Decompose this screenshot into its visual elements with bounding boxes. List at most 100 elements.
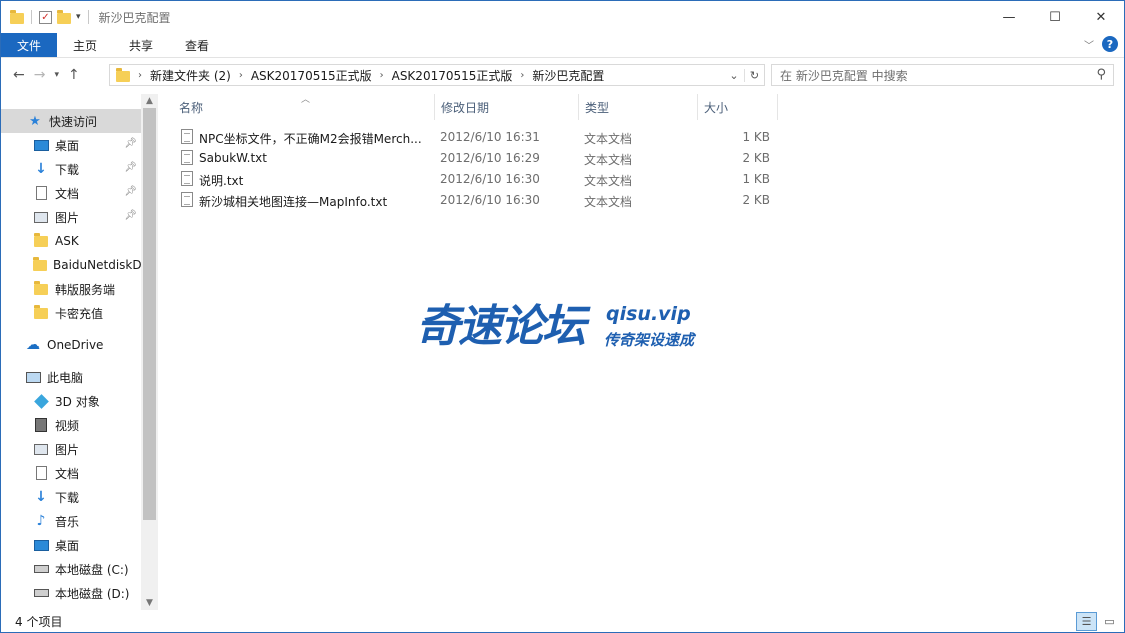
sidebar-item-videos[interactable]: 视频: [1, 413, 141, 437]
address-dropdown-icon[interactable]: ⌄: [724, 69, 744, 82]
file-size: 1 KB: [742, 172, 770, 186]
navigation-bar: ← → ▾ ↑ › 新建文件夹 (2) › ASK20170515正式版 › A…: [1, 59, 1124, 91]
ribbon-tabs: 文件 主页 共享 查看 ﹀ ?: [1, 33, 1124, 58]
document-icon: [33, 185, 49, 201]
file-date: 2012/6/10 16:30: [440, 193, 540, 207]
file-row[interactable]: NPC坐标文件，不正确M2会报错Merch... 2012/6/10 16:31…: [175, 127, 777, 148]
3d-objects-icon: [33, 393, 49, 409]
sidebar-item-documents-pc[interactable]: 文档: [1, 461, 141, 485]
file-size: 1 KB: [742, 130, 770, 144]
navigation-pane: ★ 快速访问 桌面 📌︎ ↓ 下载 📌︎ 文档 📌︎ 图片 📌︎ ASK Bai…: [1, 94, 141, 610]
sidebar-item-documents[interactable]: 文档 📌︎: [1, 181, 141, 205]
file-size: 2 KB: [742, 151, 770, 165]
file-date: 2012/6/10 16:29: [440, 151, 540, 165]
file-row[interactable]: SabukW.txt 2012/6/10 16:29 文本文档 2 KB: [175, 148, 777, 169]
breadcrumb-item[interactable]: ASK20170515正式版: [251, 67, 372, 84]
tab-home[interactable]: 主页: [57, 33, 113, 57]
recent-locations-icon[interactable]: ▾: [54, 70, 59, 80]
sidebar-item-this-pc[interactable]: 此电脑: [1, 365, 141, 389]
search-placeholder: 在 新沙巴克配置 中搜索: [780, 68, 908, 83]
address-bar[interactable]: › 新建文件夹 (2) › ASK20170515正式版 › ASK201705…: [109, 64, 765, 86]
window-title: 新沙巴克配置: [98, 10, 171, 25]
scrollbar-thumb[interactable]: [143, 108, 156, 520]
sidebar-item-label: OneDrive: [47, 338, 104, 352]
sidebar-item-music[interactable]: ♪ 音乐: [1, 509, 141, 533]
scroll-down-icon[interactable]: ▼: [141, 598, 158, 608]
title-bar: ✓ ▾ 新沙巴克配置 — ☐ ✕: [1, 1, 1124, 33]
sidebar-item-onedrive[interactable]: ☁ OneDrive: [1, 333, 141, 357]
chevron-right-icon[interactable]: ›: [138, 70, 142, 81]
chevron-right-icon[interactable]: ›: [239, 70, 243, 81]
pin-icon[interactable]: 📌︎: [124, 210, 137, 221]
back-arrow-icon[interactable]: ←: [13, 67, 25, 83]
pin-icon[interactable]: 📌︎: [124, 162, 137, 173]
drive-icon: [33, 561, 49, 577]
pictures-icon: [33, 441, 49, 457]
refresh-icon[interactable]: ↻: [744, 68, 764, 82]
column-header-type[interactable]: 类型: [579, 94, 698, 120]
file-row[interactable]: 说明.txt 2012/6/10 16:30 文本文档 1 KB: [175, 169, 777, 190]
sidebar-item-desktop-pc[interactable]: 桌面: [1, 533, 141, 557]
sidebar-item-label: 视频: [55, 418, 80, 433]
chevron-right-icon[interactable]: ›: [520, 70, 524, 81]
maximize-button[interactable]: ☐: [1032, 1, 1078, 33]
tab-view[interactable]: 查看: [169, 33, 225, 57]
sidebar-item-downloads-pc[interactable]: ↓ 下载: [1, 485, 141, 509]
music-icon: ♪: [36, 513, 46, 529]
help-icon[interactable]: ?: [1102, 36, 1118, 52]
pin-icon[interactable]: 📌︎: [124, 138, 137, 149]
details-view-icon[interactable]: ☰: [1076, 612, 1097, 631]
sidebar-item-label: 桌面: [55, 538, 80, 553]
pin-icon[interactable]: 📌︎: [124, 186, 137, 197]
tab-share[interactable]: 共享: [113, 33, 169, 57]
sidebar-scrollbar[interactable]: ▲ ▼: [141, 94, 158, 610]
minimize-button[interactable]: —: [986, 1, 1032, 33]
sidebar-item-label: 桌面: [55, 138, 80, 153]
sidebar-item-drive-d[interactable]: 本地磁盘 (D:): [1, 581, 141, 605]
up-arrow-icon[interactable]: ↑: [68, 67, 80, 83]
sidebar-item-downloads[interactable]: ↓ 下载 📌︎: [1, 157, 141, 181]
breadcrumb-item[interactable]: 新建文件夹 (2): [150, 67, 231, 84]
sidebar-item-drive-c[interactable]: 本地磁盘 (C:): [1, 557, 141, 581]
folder-icon: [10, 10, 24, 24]
column-header-size[interactable]: 大小: [698, 94, 778, 120]
properties-icon[interactable]: ✓: [39, 10, 52, 24]
tab-file[interactable]: 文件: [1, 33, 57, 57]
scroll-up-icon[interactable]: ▲: [141, 96, 158, 106]
sidebar-item-label: ASK: [55, 234, 79, 248]
search-icon[interactable]: ⚲: [1096, 67, 1106, 82]
close-button[interactable]: ✕: [1078, 1, 1124, 33]
column-header-name[interactable]: 名称: [173, 94, 435, 120]
sidebar-item-pictures-pc[interactable]: 图片: [1, 437, 141, 461]
download-icon: ↓: [35, 489, 47, 505]
sidebar-item-ask[interactable]: ASK: [1, 229, 141, 253]
file-name: NPC坐标文件，不正确M2会报错Merch...: [199, 132, 422, 146]
sidebar-item-pictures[interactable]: 图片 📌︎: [1, 205, 141, 229]
customize-toolbar-icon[interactable]: ▾: [76, 12, 81, 22]
breadcrumb-item[interactable]: 新沙巴克配置: [532, 67, 604, 84]
sidebar-item-quick-access[interactable]: ★ 快速访问: [1, 109, 141, 133]
expand-ribbon-icon[interactable]: ﹀: [1084, 37, 1094, 52]
breadcrumb-item[interactable]: ASK20170515正式版: [392, 67, 513, 84]
search-input[interactable]: 在 新沙巴克配置 中搜索 ⚲: [771, 64, 1114, 86]
file-date: 2012/6/10 16:30: [440, 172, 540, 186]
file-date: 2012/6/10 16:31: [440, 130, 540, 144]
sidebar-item-korean-server[interactable]: 韩版服务端: [1, 277, 141, 301]
chevron-right-icon[interactable]: ›: [380, 70, 384, 81]
address-actions: ⌄ ↻: [724, 65, 764, 85]
sidebar-item-3d-objects[interactable]: 3D 对象: [1, 389, 141, 413]
sidebar-item-label: 3D 对象: [55, 394, 100, 409]
file-row[interactable]: 新沙城相关地图连接—MapInfo.txt 2012/6/10 16:30 文本…: [175, 190, 777, 211]
sidebar-item-baidunetdisk[interactable]: BaiduNetdiskD: [1, 253, 141, 277]
forward-arrow-icon[interactable]: →: [34, 67, 46, 83]
quick-access-toolbar: ✓ ▾: [1, 10, 91, 24]
folder-icon: [33, 232, 49, 249]
text-file-icon: [181, 150, 193, 165]
sidebar-item-card-recharge[interactable]: 卡密充值: [1, 301, 141, 325]
column-header-date[interactable]: 修改日期: [435, 94, 579, 120]
new-folder-icon[interactable]: [57, 10, 71, 24]
text-file-icon: [181, 171, 193, 186]
large-icons-view-icon[interactable]: ▭: [1099, 612, 1120, 631]
file-type: 文本文档: [584, 132, 633, 146]
sidebar-item-desktop[interactable]: 桌面 📌︎: [1, 133, 141, 157]
